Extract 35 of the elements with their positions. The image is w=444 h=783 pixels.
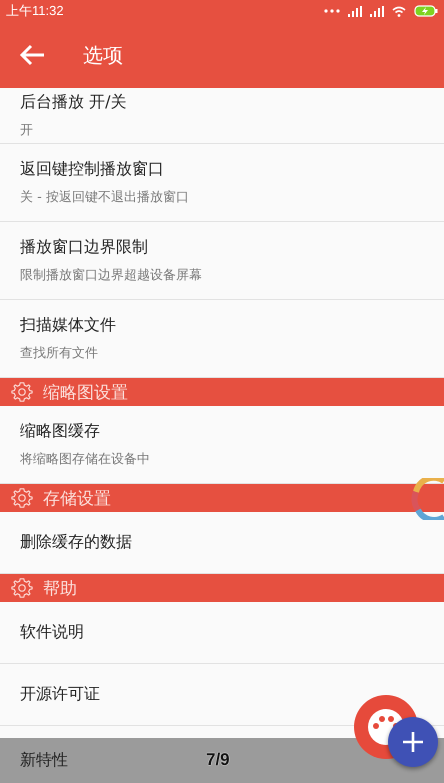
item-title: 返回键控制播放窗口 bbox=[20, 159, 165, 180]
plus-icon bbox=[402, 731, 424, 753]
section-title: 存储设置 bbox=[43, 488, 111, 510]
item-subtitle: 开 bbox=[20, 122, 34, 139]
item-title: 播放窗口边界限制 bbox=[20, 237, 149, 258]
battery-charging-icon bbox=[414, 5, 438, 17]
section-title: 缩略图设置 bbox=[43, 382, 128, 404]
item-title: 删除缓存的数据 bbox=[20, 532, 133, 553]
status-time: 上午11:32 bbox=[6, 2, 64, 20]
gear-icon bbox=[11, 577, 33, 599]
wifi-icon bbox=[392, 6, 406, 16]
item-title: 扫描媒体文件 bbox=[20, 315, 117, 336]
item-title: 新特性 bbox=[20, 750, 68, 771]
floating-ring-icon[interactable] bbox=[410, 478, 444, 520]
page-counter: 7/9 bbox=[206, 750, 230, 770]
item-subtitle: 将缩略图存储在设备中 bbox=[20, 451, 151, 468]
settings-item[interactable]: 后台播放 开/关 开 bbox=[0, 88, 444, 144]
item-subtitle: 查找所有文件 bbox=[20, 345, 99, 362]
settings-item[interactable]: 播放窗口边界限制 限制播放窗口边界超越设备屏幕 bbox=[0, 222, 444, 300]
signal-icon bbox=[370, 6, 384, 16]
gear-icon bbox=[11, 381, 33, 403]
settings-item[interactable]: 返回键控制播放窗口 关 - 按返回键不退出播放窗口 bbox=[0, 144, 444, 222]
item-subtitle: 限制播放窗口边界超越设备屏幕 bbox=[20, 267, 203, 284]
signal-icon bbox=[348, 6, 362, 16]
item-title: 后台播放 开/关 bbox=[20, 92, 128, 113]
screen-title: 选项 bbox=[83, 42, 123, 68]
settings-item[interactable]: 软件说明 bbox=[0, 602, 444, 664]
item-title: 开源许可证 bbox=[20, 684, 101, 705]
item-subtitle: 关 - 按返回键不退出播放窗口 bbox=[20, 189, 190, 206]
more-dots-icon bbox=[324, 9, 340, 13]
item-title: 缩略图缓存 bbox=[20, 421, 101, 442]
item-title: 软件说明 bbox=[20, 622, 85, 643]
section-title: 帮助 bbox=[43, 578, 77, 600]
gear-icon bbox=[11, 487, 33, 509]
back-arrow-icon[interactable] bbox=[19, 44, 45, 66]
